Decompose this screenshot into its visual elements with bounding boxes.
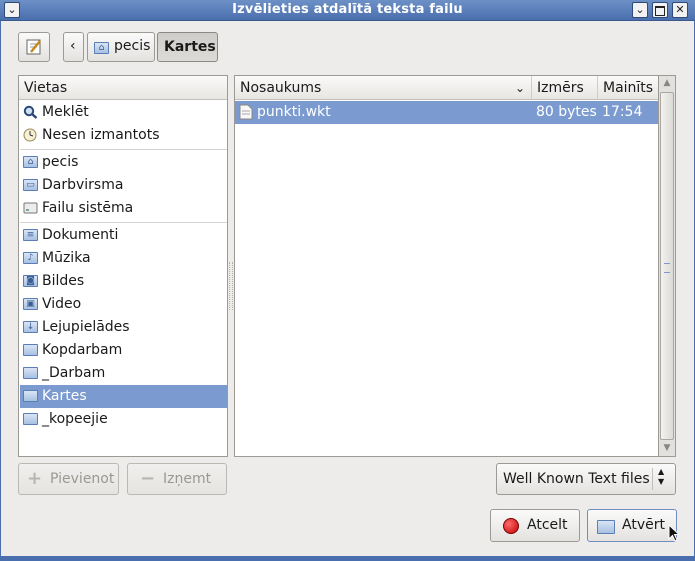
- type-location-button[interactable]: [18, 32, 50, 62]
- home-folder-icon: ⌂: [23, 155, 38, 169]
- column-header-modified[interactable]: Mainīts: [598, 76, 658, 100]
- up-down-arrows-icon: ▲ ▼: [658, 467, 665, 486]
- downloads-folder-icon: ↓: [23, 320, 38, 334]
- maximize-button[interactable]: [652, 2, 668, 18]
- places-separator: [20, 222, 227, 223]
- places-sidebar: Vietas Meklēt Nesen izmantots ⌂ pecis ▭ …: [18, 75, 228, 457]
- sidebar-item-music[interactable]: ♪ Mūzika: [20, 247, 227, 270]
- close-button[interactable]: ✕: [672, 2, 688, 18]
- file-modified: 17:54: [602, 104, 643, 120]
- sidebar-item-label: Nesen izmantots: [42, 127, 160, 143]
- sidebar-item-darbam[interactable]: _Darbam: [20, 362, 227, 385]
- remove-bookmark-label: Izņemt: [163, 471, 212, 487]
- path-back-button[interactable]: ‹: [63, 32, 84, 62]
- sidebar-item-pictures[interactable]: ◙ Bildes: [20, 270, 227, 293]
- sidebar-item-home[interactable]: ⌂ pecis: [20, 151, 227, 174]
- path-segment-label: Kartes: [164, 39, 216, 55]
- cancel-icon: [503, 518, 519, 534]
- add-bookmark-button[interactable]: + Pievienot: [18, 463, 119, 495]
- drive-icon: [23, 202, 38, 214]
- sidebar-item-desktop[interactable]: ▭ Darbvirsma: [20, 174, 227, 197]
- sidebar-item-kopeejie[interactable]: _kopeejie: [20, 408, 227, 431]
- sidebar-item-video[interactable]: ▣ Video: [20, 293, 227, 316]
- places-header[interactable]: Vietas: [19, 76, 227, 100]
- remove-bookmark-button[interactable]: − Izņemt: [127, 463, 227, 495]
- mouse-cursor-icon: [668, 524, 681, 542]
- path-segment-current[interactable]: Kartes: [157, 32, 218, 62]
- column-header-size[interactable]: Izmērs: [532, 76, 598, 100]
- sidebar-item-label: Lejupielādes: [42, 319, 130, 335]
- sidebar-item-label: Dokumenti: [42, 227, 119, 243]
- folder-icon: [23, 343, 38, 357]
- window-title: Izvēlieties atdalītā teksta failu: [232, 2, 463, 17]
- sidebar-item-kopdarbam[interactable]: Kopdarbam: [20, 339, 227, 362]
- add-bookmark-label: Pievienot: [50, 471, 115, 487]
- chevron-down-icon: ⌄: [635, 3, 645, 16]
- combo-separator: [652, 468, 653, 490]
- text-file-icon: [239, 104, 253, 120]
- open-folder-icon: [597, 519, 615, 534]
- sidebar-item-label: _Darbam: [42, 365, 106, 381]
- scroll-up-button[interactable]: ▲: [659, 76, 675, 91]
- sidebar-item-label: Darbvirsma: [42, 177, 124, 193]
- minus-icon: −: [140, 468, 156, 489]
- close-icon: ✕: [675, 3, 685, 16]
- sidebar-item-recent[interactable]: Nesen izmantots: [20, 124, 227, 147]
- search-icon: [23, 105, 38, 119]
- sidebar-item-label: Meklēt: [42, 104, 89, 120]
- sidebar-item-search[interactable]: Meklēt: [20, 101, 227, 124]
- clock-icon: [23, 128, 37, 142]
- pane-splitter[interactable]: [229, 262, 233, 310]
- cancel-button[interactable]: Atcelt: [490, 509, 580, 542]
- desktop-folder-icon: ▭: [23, 178, 38, 192]
- chevron-down-icon: ⌄: [514, 81, 525, 95]
- plus-icon: +: [27, 468, 43, 489]
- open-button[interactable]: Atvērt: [587, 509, 677, 542]
- sidebar-item-label: Kartes: [42, 388, 87, 404]
- sidebar-item-label: Video: [42, 296, 82, 312]
- pictures-folder-icon: ◙: [23, 274, 38, 288]
- file-size: 80 bytes: [536, 104, 597, 120]
- sidebar-item-label: Bildes: [42, 273, 85, 289]
- minimize-button[interactable]: ⌄: [632, 2, 648, 18]
- video-folder-icon: ▣: [23, 297, 38, 311]
- title-bar: ⌄ Izvēlieties atdalītā teksta failu ⌄ ✕: [0, 0, 695, 21]
- scroll-thumb[interactable]: [660, 92, 674, 440]
- documents-folder-icon: ≡: [23, 228, 38, 242]
- sidebar-item-documents[interactable]: ≡ Dokumenti: [20, 224, 227, 247]
- cancel-label: Atcelt: [527, 517, 568, 533]
- music-folder-icon: ♪: [23, 251, 38, 265]
- scroll-grip: [664, 263, 670, 273]
- path-segment-label: pecis: [114, 38, 151, 54]
- file-row[interactable]: punkti.wkt 80 bytes 17:54: [235, 101, 658, 124]
- scroll-down-button[interactable]: ▼: [659, 441, 675, 456]
- file-type-filter-combo[interactable]: Well Known Text files ▲ ▼: [496, 463, 676, 495]
- folder-icon: [23, 389, 38, 403]
- open-label: Atvērt: [622, 517, 665, 533]
- column-header-label: Nosaukums: [240, 80, 322, 96]
- sidebar-item-label: Mūzika: [42, 250, 91, 266]
- file-list: Nosaukums ⌄ Izmērs Mainīts punkti.wkt 80…: [234, 75, 659, 457]
- sidebar-item-label: Kopdarbam: [42, 342, 123, 358]
- file-type-filter-value: Well Known Text files: [503, 471, 650, 487]
- chevron-left-icon: ‹: [70, 38, 76, 54]
- sidebar-item-filesystem[interactable]: Failu sistēma: [20, 197, 227, 220]
- folder-icon: [23, 366, 38, 380]
- file-name: punkti.wkt: [257, 104, 331, 120]
- sidebar-item-downloads[interactable]: ↓ Lejupielādes: [20, 316, 227, 339]
- maximize-icon: [655, 6, 665, 16]
- places-separator: [20, 149, 227, 150]
- column-header-name[interactable]: Nosaukums ⌄: [235, 76, 532, 100]
- path-segment-home[interactable]: ⌂ pecis: [87, 32, 155, 62]
- sidebar-item-label: Failu sistēma: [42, 200, 134, 216]
- vertical-scrollbar[interactable]: ▲ ▼: [659, 75, 676, 457]
- folder-icon: [23, 412, 38, 426]
- sidebar-item-label: _kopeejie: [42, 411, 108, 427]
- sidebar-item-kartes[interactable]: Kartes: [20, 385, 227, 408]
- home-folder-icon: ⌂: [94, 41, 109, 54]
- edit-icon: [26, 39, 41, 55]
- sidebar-item-label: pecis: [42, 154, 79, 170]
